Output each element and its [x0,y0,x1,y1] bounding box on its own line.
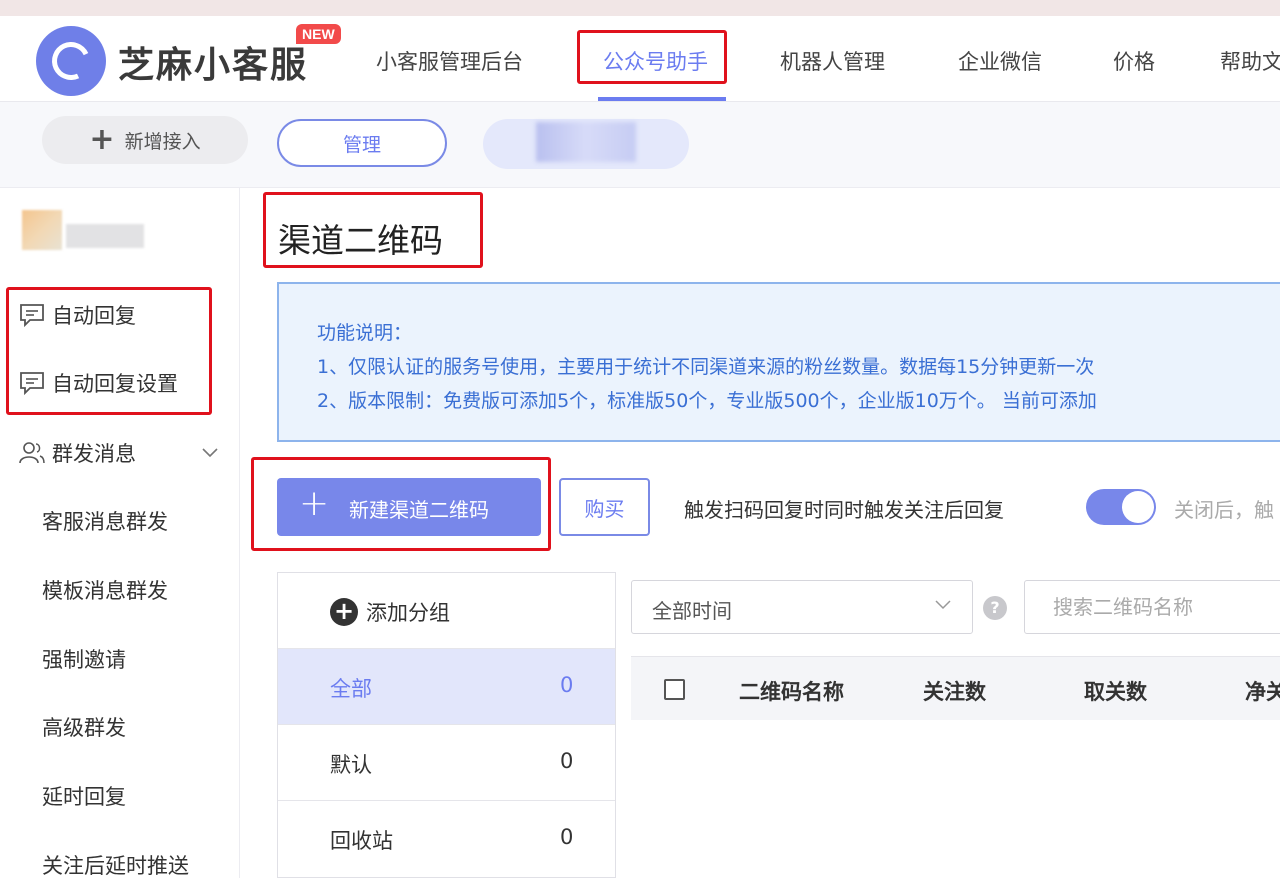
add-group-button[interactable]: + 添加分组 [330,597,450,627]
group-row-recycle-bin[interactable]: 回收站 0 [278,800,615,876]
sidebar-item-delayed-push-after-follow[interactable]: 关注后延时推送 [42,850,189,880]
plus-icon: + [89,122,115,157]
add-group-label: 添加分组 [366,601,450,625]
account-name-redacted [536,122,636,162]
sidebar-item-advanced-mass-message[interactable]: 高级群发 [42,712,126,742]
chevron-down-icon [202,448,218,458]
active-tab-indicator [598,97,726,101]
avatar[interactable] [22,210,62,250]
buy-label: 购买 [584,496,625,521]
nav-item-help[interactable]: 帮助文 [1220,46,1280,76]
message-icon [20,372,44,396]
column-header-net-follows[interactable]: 净关 [1245,676,1280,706]
nav-item-official-account-assistant[interactable]: 公众号助手 [603,46,708,76]
sidebar-item-cs-mass-message[interactable]: 客服消息群发 [42,506,168,536]
top-strip [0,0,1280,16]
info-heading: 功能说明： [317,322,413,344]
sidebar: 自动回复 自动回复设置 群发消息 客服消息群发 模板消息群发 强制邀请 高级群发… [0,188,240,878]
manage-button[interactable]: 管理 [277,119,447,167]
nav-item-enterprise-wechat[interactable]: 企业微信 [958,46,1042,76]
nav-item-admin[interactable]: 小客服管理后台 [376,46,523,76]
select-all-checkbox[interactable] [664,679,685,700]
group-count: 0 [560,673,574,697]
column-header-unfollows[interactable]: 取关数 [1084,676,1147,706]
new-channel-qr-label: 新建渠道二维码 [349,498,489,522]
app-header: 芝麻小客服 NEW 小客服管理后台 公众号助手 机器人管理 企业微信 价格 帮助… [0,16,1280,102]
buy-button[interactable]: 购买 [559,478,650,536]
add-access-label: 新增接入 [124,130,201,153]
sidebar-item-label: 群发消息 [52,442,136,466]
info-line-1: 1、仅限认证的服务号使用，主要用于统计不同渠道来源的粉丝数量。数据每15分钟更新… [317,356,1095,378]
group-name: 默认 [330,753,372,777]
group-name: 全部 [330,677,372,701]
account-name-redacted [66,224,144,248]
brand-logo-icon[interactable] [36,26,106,96]
sidebar-item-forced-invite[interactable]: 强制邀请 [42,644,126,674]
add-circle-icon: + [330,598,358,626]
group-row-default[interactable]: 默认 0 [278,724,615,800]
new-channel-qr-button[interactable]: + 新建渠道二维码 [277,478,541,536]
trigger-reply-toggle[interactable] [1086,489,1156,525]
group-count: 0 [560,749,574,773]
chevron-down-icon [935,600,951,610]
info-notice: 功能说明： 1、仅限认证的服务号使用，主要用于统计不同渠道来源的粉丝数量。数据每… [277,282,1280,442]
nav-item-robot-management[interactable]: 机器人管理 [780,46,885,76]
time-filter-value: 全部时间 [652,599,732,623]
qr-table-header: 二维码名称 关注数 取关数 净关 [631,656,1280,720]
time-filter-select[interactable]: 全部时间 [631,580,973,634]
help-icon[interactable]: ? [983,596,1007,620]
group-row-all[interactable]: 全部 0 [278,648,615,724]
trigger-reply-label: 触发扫码回复时同时触发关注后回复 [684,498,1004,522]
account-toolbar: + 新增接入 管理 [0,102,1280,188]
new-badge: NEW [296,24,341,44]
sidebar-item-label: 自动回复设置 [52,372,178,396]
users-icon [19,442,45,464]
group-count: 0 [560,825,574,849]
after-close-hint: 关闭后，触 [1174,498,1274,522]
column-header-qr-name[interactable]: 二维码名称 [739,676,844,706]
qr-search-input[interactable] [1024,580,1280,634]
sidebar-item-label: 自动回复 [52,304,136,328]
add-access-button[interactable]: + 新增接入 [42,116,248,164]
page-title: 渠道二维码 [278,221,443,260]
sidebar-item-delayed-reply[interactable]: 延时回复 [42,781,126,811]
group-name: 回收站 [330,829,393,853]
manage-label: 管理 [342,133,381,156]
info-line-2: 2、版本限制：免费版可添加5个，标准版50个，专业版500个，企业版10万个。 … [317,390,1097,412]
nav-item-pricing[interactable]: 价格 [1113,46,1155,76]
group-panel: + 添加分组 全部 0 默认 0 回收站 0 [277,572,616,878]
plus-icon: + [299,483,330,524]
brand-name[interactable]: 芝麻小客服 [118,36,308,88]
sidebar-item-template-mass-message[interactable]: 模板消息群发 [42,575,168,605]
column-header-follows[interactable]: 关注数 [923,676,986,706]
message-icon [20,304,44,328]
